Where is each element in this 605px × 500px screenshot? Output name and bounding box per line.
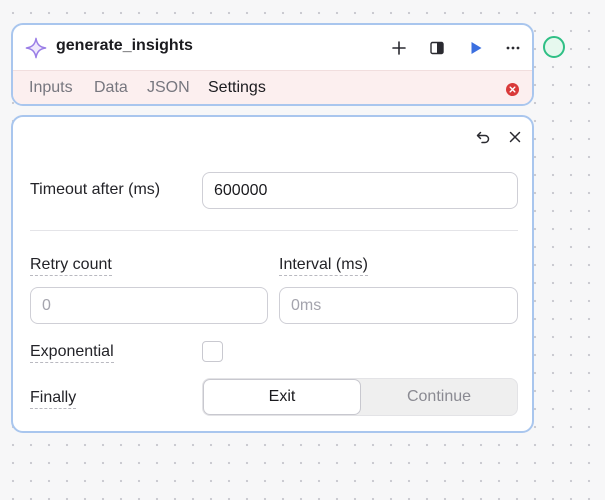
add-button[interactable] bbox=[388, 37, 410, 59]
run-button[interactable] bbox=[465, 37, 487, 59]
tab-inputs[interactable]: Inputs bbox=[29, 79, 73, 97]
section-divider bbox=[30, 230, 518, 231]
panel-icon bbox=[430, 41, 444, 55]
close-icon bbox=[509, 131, 521, 143]
tab-data[interactable]: Data bbox=[94, 79, 128, 97]
close-button[interactable] bbox=[505, 127, 525, 147]
finally-label: Finally bbox=[30, 389, 77, 409]
finally-segmented-control: Exit Continue bbox=[202, 378, 518, 416]
interval-input[interactable]: 0ms bbox=[279, 287, 518, 324]
timeout-input[interactable]: 600000 bbox=[202, 172, 518, 209]
more-icon bbox=[506, 46, 520, 50]
play-icon bbox=[471, 42, 482, 54]
exponential-checkbox[interactable] bbox=[202, 341, 223, 362]
undo-icon bbox=[476, 131, 490, 144]
panel-toggle-button[interactable] bbox=[426, 37, 448, 59]
tab-json[interactable]: JSON bbox=[147, 79, 190, 97]
more-button[interactable] bbox=[502, 37, 524, 59]
interval-label: Interval (ms) bbox=[279, 256, 368, 276]
tab-bar: Inputs Data JSON Settings bbox=[13, 70, 532, 106]
active-tab-underline bbox=[208, 104, 273, 106]
sparkle-icon bbox=[25, 37, 47, 59]
undo-button[interactable] bbox=[473, 127, 493, 147]
status-indicator bbox=[543, 36, 565, 58]
exit-option[interactable]: Exit bbox=[203, 379, 361, 415]
plus-icon bbox=[392, 41, 406, 55]
node-header: generate_insights Inputs Data JSON Setti… bbox=[11, 23, 534, 106]
continue-option[interactable]: Continue bbox=[361, 379, 517, 415]
retry-count-input[interactable]: 0 bbox=[30, 287, 268, 324]
node-title: generate_insights bbox=[56, 37, 193, 54]
tab-settings[interactable]: Settings bbox=[208, 79, 266, 97]
error-icon bbox=[506, 83, 519, 96]
timeout-label: Timeout after (ms) bbox=[30, 181, 161, 198]
retry-count-label: Retry count bbox=[30, 256, 112, 276]
settings-panel: Timeout after (ms) 600000 Retry count In… bbox=[11, 115, 534, 433]
exponential-label: Exponential bbox=[30, 343, 114, 363]
node-title-row: generate_insights bbox=[13, 25, 532, 70]
